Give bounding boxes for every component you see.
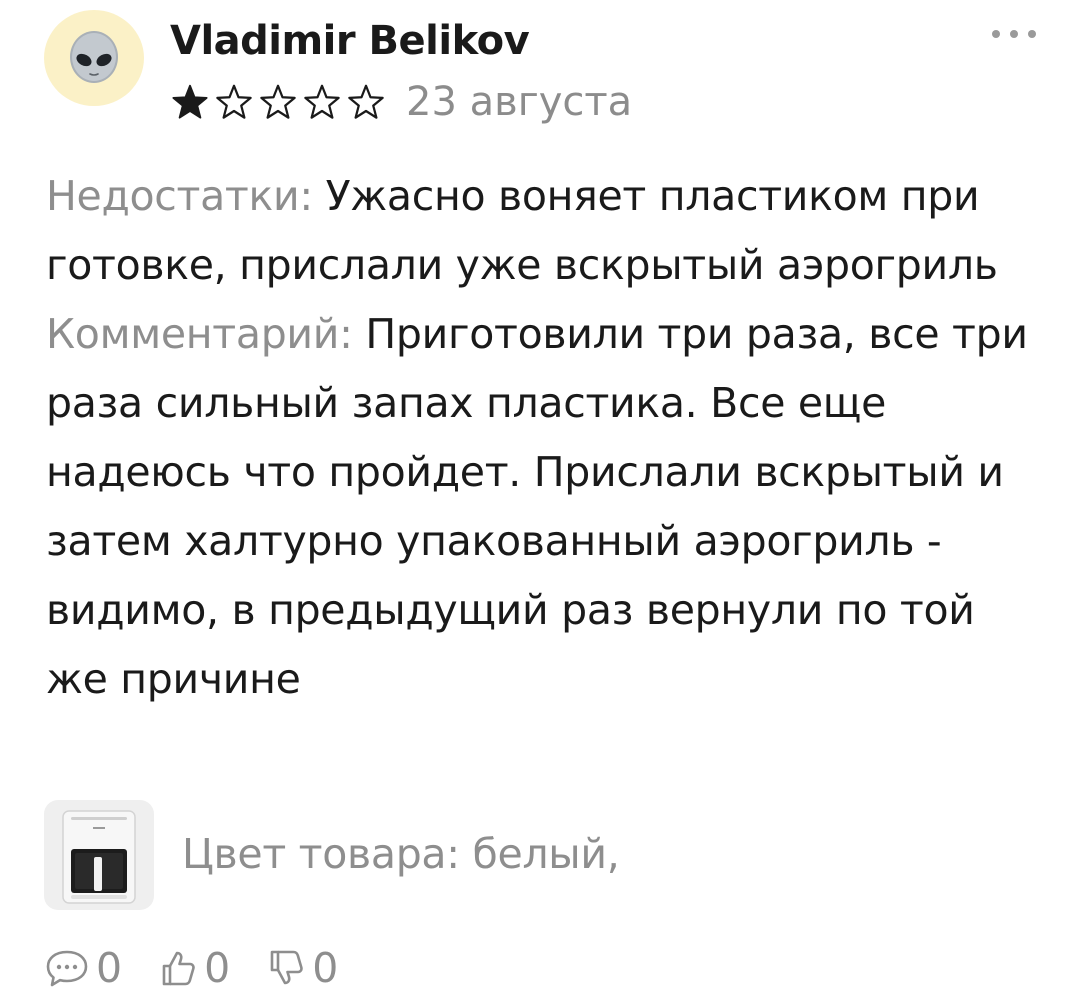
- star-outline-icon: [260, 84, 296, 119]
- like-button[interactable]: 0: [158, 944, 230, 992]
- star-outline-icon: [216, 84, 252, 119]
- star-outline-icon: [348, 84, 384, 119]
- dislikes-count: 0: [312, 944, 339, 992]
- comment-label: Комментарий:: [46, 310, 353, 358]
- review-actions: 0 0 0: [44, 940, 374, 996]
- more-dot: [1028, 30, 1036, 38]
- rating-row: 23 августа: [170, 78, 632, 126]
- comment-paragraph: Комментарий: Приготовили три раза, все т…: [46, 300, 1046, 714]
- comment-icon: [46, 950, 88, 987]
- alien-face-icon: [70, 31, 118, 83]
- review-card: Vladimir Belikov 23 августа Недостатки: …: [0, 0, 1080, 1006]
- review-date: 23 августа: [406, 79, 633, 125]
- product-variant: Цвет товара: белый,: [182, 830, 620, 878]
- more-dot: [1010, 30, 1018, 38]
- likes-count: 0: [204, 944, 231, 992]
- author-name[interactable]: Vladimir Belikov: [170, 18, 530, 64]
- comment-text: Приготовили три раза, все три раза сильн…: [46, 310, 1028, 703]
- star-outline-icon: [304, 84, 340, 119]
- star-rating: [170, 82, 386, 122]
- more-dot: [992, 30, 1000, 38]
- dislike-button[interactable]: 0: [266, 944, 338, 992]
- cons-label: Недостатки:: [46, 172, 313, 220]
- star-filled-icon: [172, 84, 208, 119]
- air-fryer-thumbnail: [62, 810, 136, 904]
- thumbs-down-icon: [270, 950, 303, 985]
- cons-paragraph: Недостатки: Ужасно воняет пластиком при …: [46, 162, 1046, 300]
- comments-button[interactable]: 0: [44, 944, 122, 992]
- review-text: Недостатки: Ужасно воняет пластиком при …: [46, 162, 1046, 714]
- comments-count: 0: [96, 944, 123, 992]
- thumbs-up-icon: [162, 951, 195, 986]
- product-thumbnail[interactable]: [44, 800, 154, 910]
- author-avatar[interactable]: [44, 10, 144, 106]
- ellipsis-icon[interactable]: [992, 22, 1036, 46]
